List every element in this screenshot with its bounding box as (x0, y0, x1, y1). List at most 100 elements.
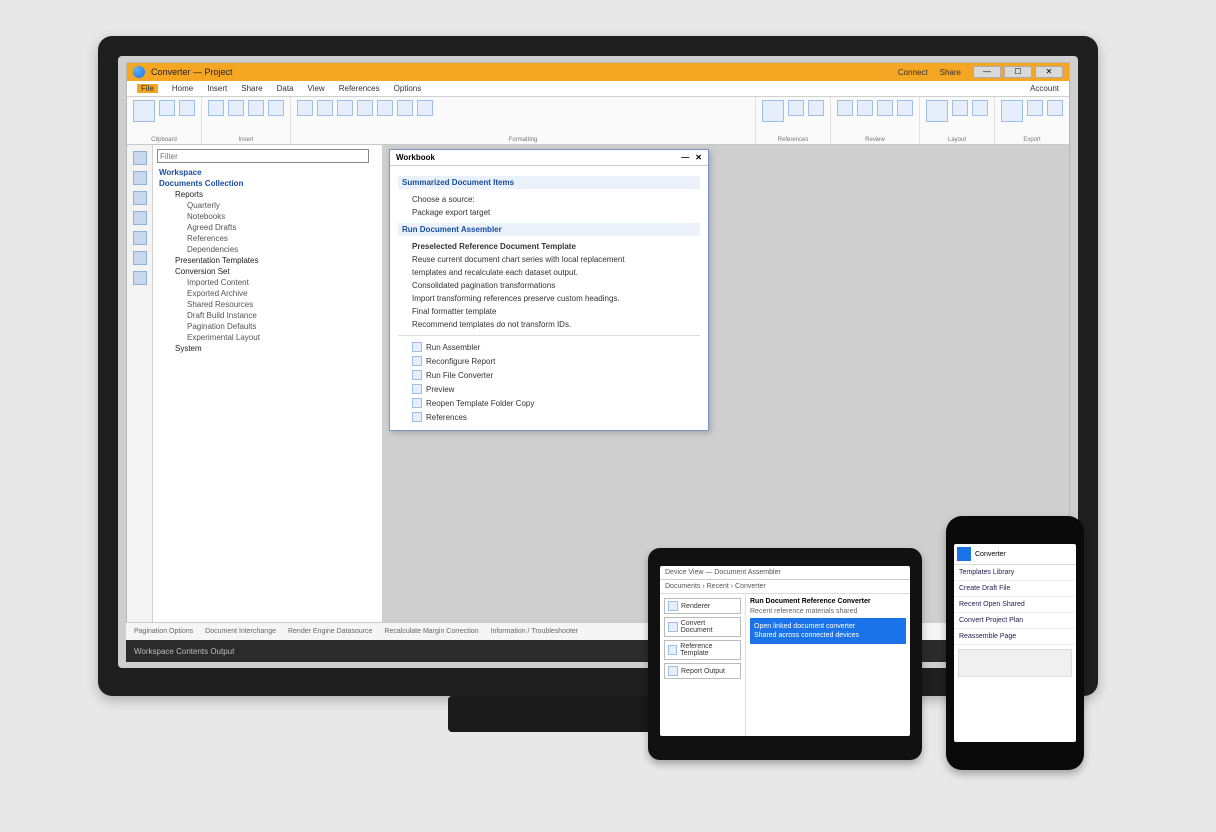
info-item[interactable]: Information / Troubleshooter (491, 628, 579, 635)
tab-file[interactable]: File (137, 84, 158, 93)
window-maximize-button[interactable]: ☐ (1004, 66, 1032, 78)
tab-options[interactable]: Options (394, 84, 422, 93)
tree-node[interactable]: Reports (157, 189, 378, 200)
window-close-button[interactable]: ✕ (1035, 66, 1063, 78)
track-icon[interactable] (877, 100, 893, 116)
dialog-text: Consolidated pagination transformations (398, 279, 700, 292)
tree-node[interactable]: Draft Build Instance (157, 310, 378, 321)
tree-node[interactable]: Exported Archive (157, 288, 378, 299)
pdf-icon[interactable] (1027, 100, 1043, 116)
table-icon[interactable] (208, 100, 224, 116)
phone-menu-item[interactable]: Templates Library (954, 565, 1076, 581)
fill-color-icon[interactable] (377, 100, 393, 116)
tab-references[interactable]: References (339, 84, 380, 93)
align-left-icon[interactable] (397, 100, 413, 116)
export-icon[interactable] (1001, 100, 1023, 122)
phone-menu-item[interactable]: Convert Project Plan (954, 613, 1076, 629)
phone-menu-item[interactable]: Reassemble Page (954, 629, 1076, 645)
tab-insert[interactable]: Insert (207, 84, 227, 93)
rail-open-icon[interactable] (133, 171, 147, 185)
cut-icon[interactable] (159, 100, 175, 116)
image-icon[interactable] (228, 100, 244, 116)
italic-icon[interactable] (317, 100, 333, 116)
tablet-side-button[interactable]: Report Output (664, 663, 741, 679)
rail-recent-icon[interactable] (133, 191, 147, 205)
dialog-action[interactable]: Run Assembler (398, 340, 700, 354)
action-label: Preview (426, 385, 454, 394)
phone-menu-item[interactable]: Recent Open Shared (954, 597, 1076, 613)
header-link-1[interactable]: Connect (898, 68, 928, 77)
font-color-icon[interactable] (357, 100, 373, 116)
dialog-section-1: Summarized Document Items (398, 176, 700, 189)
tree-node[interactable]: System (157, 343, 378, 354)
dialog-minimize-icon[interactable]: — (681, 153, 689, 162)
tablet-side-button[interactable]: Reference Template (664, 640, 741, 660)
tree-search-input[interactable] (157, 149, 369, 163)
tree-node[interactable]: Notebooks (157, 211, 378, 222)
comment-icon[interactable] (857, 100, 873, 116)
dialog-action[interactable]: Preview (398, 382, 700, 396)
align-center-icon[interactable] (417, 100, 433, 116)
rail-settings-icon[interactable] (133, 251, 147, 265)
paste-icon[interactable] (133, 100, 155, 122)
info-item[interactable]: Pagination Options (134, 628, 193, 635)
rail-pin-icon[interactable] (133, 211, 147, 225)
dialog-close-icon[interactable]: ✕ (695, 153, 702, 162)
action-label: Run File Converter (426, 371, 493, 380)
status-bar: Workspace Contents Output Ready (126, 640, 1070, 662)
tab-home[interactable]: Home (172, 84, 193, 93)
header-link-2[interactable]: Share (940, 68, 961, 77)
dialog-action[interactable]: Reconfigure Report (398, 354, 700, 368)
tree-node[interactable]: References (157, 233, 378, 244)
orientation-icon[interactable] (952, 100, 968, 116)
tree-node[interactable]: Quarterly (157, 200, 378, 211)
tablet-banner[interactable]: Open linked document converter Shared ac… (750, 618, 906, 644)
phone-card[interactable] (958, 649, 1072, 677)
compare-icon[interactable] (897, 100, 913, 116)
tree-node[interactable]: Agreed Drafts (157, 222, 378, 233)
tablet-main-title: Run Document Reference Converter (750, 598, 906, 605)
shape-icon[interactable] (248, 100, 264, 116)
tree-node[interactable]: Dependencies (157, 244, 378, 255)
tab-view[interactable]: View (308, 84, 325, 93)
tablet-side-button[interactable]: Convert Document (664, 617, 741, 637)
phone-app-icon (957, 547, 971, 561)
tab-share[interactable]: Share (241, 84, 262, 93)
tablet-side-button[interactable]: Renderer (664, 598, 741, 614)
tree-node[interactable]: Experimental Layout (157, 332, 378, 343)
tree-node[interactable]: Shared Resources (157, 299, 378, 310)
margins-icon[interactable] (926, 100, 948, 122)
copy-icon[interactable] (179, 100, 195, 116)
footnote-icon[interactable] (788, 100, 804, 116)
tree-root[interactable]: Workspace (157, 167, 378, 178)
info-item[interactable]: Recalculate Margin Correction (384, 628, 478, 635)
share-icon[interactable] (1047, 100, 1063, 116)
tab-account[interactable]: Account (1030, 84, 1059, 93)
underline-icon[interactable] (337, 100, 353, 116)
ribbon-group-layout: Layout (920, 97, 995, 144)
chart-icon[interactable] (268, 100, 284, 116)
tree-node[interactable]: Presentation Templates (157, 255, 378, 266)
columns-icon[interactable] (972, 100, 988, 116)
action-label: Reopen Template Folder Copy (426, 399, 534, 408)
tree-node[interactable]: Pagination Defaults (157, 321, 378, 332)
tree-node[interactable]: Conversion Set (157, 266, 378, 277)
dialog-action[interactable]: References (398, 410, 700, 424)
app-body: Workspace Documents CollectionReportsQua… (127, 145, 1069, 633)
rail-home-icon[interactable] (133, 151, 147, 165)
dialog-action[interactable]: Reopen Template Folder Copy (398, 396, 700, 410)
window-minimize-button[interactable]: — (973, 66, 1001, 78)
toc-icon[interactable] (762, 100, 784, 122)
bold-icon[interactable] (297, 100, 313, 116)
spell-icon[interactable] (837, 100, 853, 116)
tree-node[interactable]: Imported Content (157, 277, 378, 288)
info-item[interactable]: Document Interchange (205, 628, 276, 635)
tab-data[interactable]: Data (277, 84, 294, 93)
info-item[interactable]: Render Engine Datasource (288, 628, 372, 635)
citation-icon[interactable] (808, 100, 824, 116)
tree-node[interactable]: Documents Collection (157, 178, 378, 189)
rail-account-icon[interactable] (133, 231, 147, 245)
phone-menu-item[interactable]: Create Draft File (954, 581, 1076, 597)
dialog-action[interactable]: Run File Converter (398, 368, 700, 382)
rail-help-icon[interactable] (133, 271, 147, 285)
